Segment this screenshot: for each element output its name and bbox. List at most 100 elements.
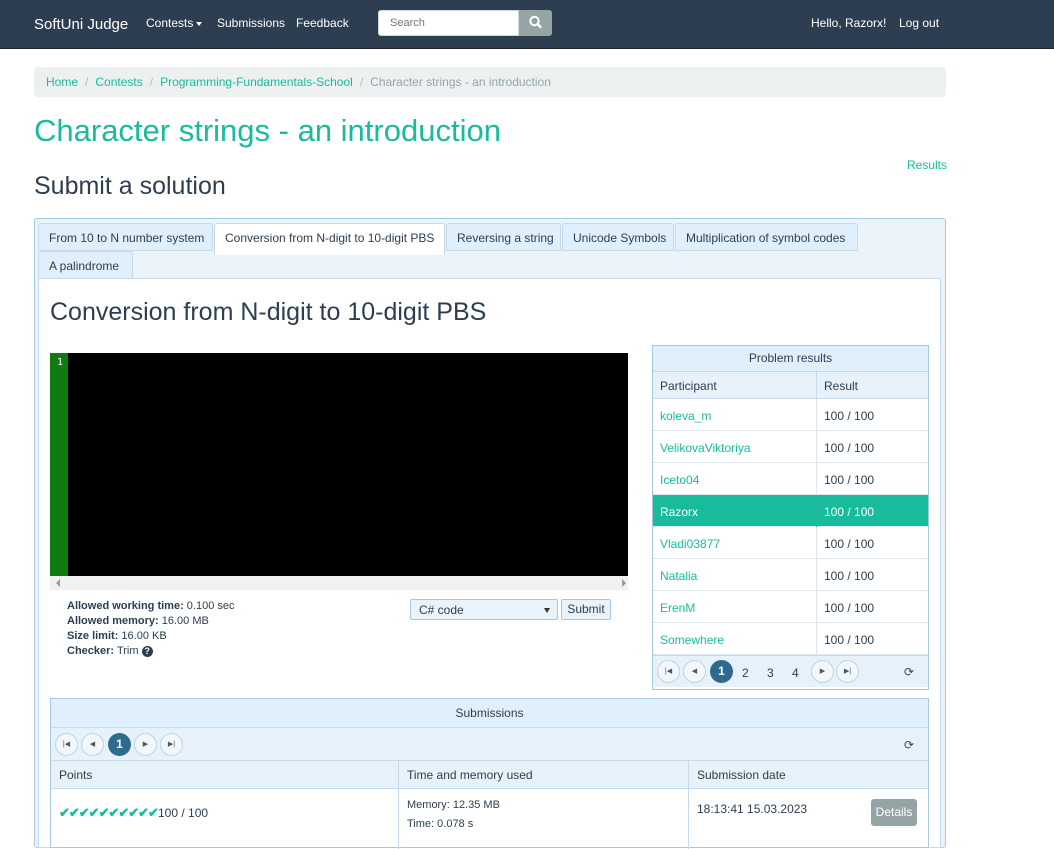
breadcrumb-home[interactable]: Home: [46, 75, 78, 89]
tab-from-10-to-n[interactable]: From 10 to N number system: [38, 223, 213, 251]
prev-page-icon[interactable]: ◀: [81, 733, 104, 756]
page-title: Character strings - an introduction: [34, 113, 501, 148]
result-row: Somewhere 100 / 100: [653, 623, 928, 655]
details-button[interactable]: Details: [871, 799, 917, 826]
code-editor[interactable]: 1: [50, 353, 628, 576]
col-submission-date[interactable]: Submission date: [697, 768, 786, 782]
editor-horizontal-scrollbar[interactable]: [50, 576, 628, 590]
next-page-icon[interactable]: ▶: [134, 733, 157, 756]
feedback-link[interactable]: Feedback: [296, 16, 349, 30]
refresh-icon[interactable]: ⟳: [904, 665, 914, 679]
first-page-icon[interactable]: |◀: [657, 660, 680, 683]
search-button[interactable]: [519, 10, 552, 36]
col-time-memory[interactable]: Time and memory used: [407, 768, 533, 782]
participant-link[interactable]: VelikovaViktoriya: [660, 441, 751, 455]
tab-multiplication-codes[interactable]: Multiplication of symbol codes: [675, 223, 858, 251]
language-select[interactable]: C# code: [410, 599, 558, 620]
column-divider: [816, 495, 817, 527]
page-2-button[interactable]: 2: [742, 666, 749, 680]
participant-result: 100 / 100: [824, 537, 875, 551]
col-participant[interactable]: Participant: [660, 379, 717, 393]
participant-result: 100 / 100: [824, 505, 875, 519]
memory-used: Memory: 12.35 MB: [407, 799, 500, 811]
first-page-icon[interactable]: |◀: [55, 733, 78, 756]
scroll-right-icon[interactable]: [622, 579, 626, 587]
result-row: VelikovaViktoriya 100 / 100: [653, 431, 928, 463]
submission-points: 100 / 100: [158, 806, 209, 820]
memory-limit-label: Allowed memory:: [67, 615, 159, 627]
test-checkmarks-icon: ✔✔✔✔✔✔✔✔✔✔: [59, 805, 159, 820]
result-row: Vladi03877 100 / 100: [653, 527, 928, 559]
logout-link[interactable]: Log out: [899, 16, 939, 30]
tab-reversing-string[interactable]: Reversing a string: [446, 223, 561, 251]
checker-label: Checker:: [67, 645, 115, 657]
participant-link[interactable]: koleva_m: [660, 409, 711, 423]
tab-unicode-symbols[interactable]: Unicode Symbols: [562, 223, 674, 251]
page-3-button[interactable]: 3: [767, 666, 774, 680]
top-navbar: SoftUni Judge Contests Submissions Feedb…: [0, 0, 1054, 49]
column-divider: [816, 372, 817, 399]
task-title: Conversion from N-digit to 10-digit PBS: [50, 298, 487, 326]
column-divider: [816, 623, 817, 655]
column-divider: [398, 789, 399, 849]
breadcrumb-separator: /: [85, 75, 89, 89]
participant-link[interactable]: Iceto04: [660, 473, 699, 487]
search-input[interactable]: [378, 10, 519, 36]
column-divider: [688, 761, 689, 789]
problem-results-header: Participant Result: [653, 372, 928, 399]
problem-results-panel: Problem results Participant Result kolev…: [652, 345, 929, 690]
next-page-icon[interactable]: ▶: [811, 660, 834, 683]
contests-menu[interactable]: Contests: [146, 16, 203, 30]
breadcrumb: Home / Contests / Programming-Fundamentals-S…: [34, 67, 946, 97]
participant-result: 100 / 100: [824, 441, 875, 455]
col-points[interactable]: Points: [59, 768, 92, 782]
participant-link[interactable]: Somewhere: [660, 633, 724, 647]
participant-result: 100 / 100: [824, 409, 875, 423]
time-used: Time: 0.078 s: [407, 818, 474, 830]
column-divider: [816, 431, 817, 463]
result-row: koleva_m 100 / 100: [653, 399, 928, 431]
submit-button[interactable]: Submit: [561, 599, 611, 620]
participant-link[interactable]: Natalia: [660, 569, 697, 583]
submit-solution-heading: Submit a solution: [34, 172, 226, 200]
question-circle-icon[interactable]: ?: [141, 645, 153, 657]
col-result[interactable]: Result: [824, 379, 858, 393]
results-link[interactable]: Results: [907, 158, 947, 172]
result-row: ErenM 100 / 100: [653, 591, 928, 623]
checker-value: Trim: [116, 645, 139, 657]
prev-page-icon[interactable]: ◀: [683, 660, 706, 683]
last-page-icon[interactable]: ▶|: [836, 660, 859, 683]
search-icon: [529, 15, 542, 29]
submissions-title: Submissions: [51, 699, 928, 728]
submissions-link[interactable]: Submissions: [217, 16, 285, 30]
submission-row: ✔✔✔✔✔✔✔✔✔✔ 100 / 100 Memory: 12.35 MB Ti…: [51, 789, 928, 849]
result-row: Iceto04 100 / 100: [653, 463, 928, 495]
breadcrumb-contests[interactable]: Contests: [95, 75, 142, 89]
time-limit-label: Allowed working time:: [67, 600, 184, 612]
problem-results-title: Problem results: [653, 346, 928, 372]
submission-date: 18:13:41 15.03.2023: [697, 802, 808, 816]
scroll-left-icon[interactable]: [56, 579, 60, 587]
tab-conversion-pbs[interactable]: Conversion from N-digit to 10-digit PBS: [214, 223, 445, 255]
submissions-header: Points Time and memory used Submission d…: [51, 761, 928, 789]
refresh-icon[interactable]: ⟳: [904, 738, 914, 752]
page-4-button[interactable]: 4: [792, 666, 799, 680]
page-1-button[interactable]: 1: [710, 660, 733, 683]
participant-link[interactable]: ErenM: [660, 601, 695, 615]
editor-gutter: 1: [50, 353, 68, 576]
column-divider: [816, 591, 817, 623]
column-divider: [398, 761, 399, 789]
brand-link[interactable]: SoftUni Judge: [34, 16, 128, 33]
breadcrumb-contest[interactable]: Programming-Fundamentals-School: [160, 75, 353, 89]
last-page-icon[interactable]: ▶|: [160, 733, 183, 756]
submissions-pager: |◀ ◀ 1 ▶ ▶| ⟳: [51, 728, 928, 761]
tab-palindrome[interactable]: A palindrome: [38, 251, 133, 279]
submissions-panel: Submissions |◀ ◀ 1 ▶ ▶| ⟳ Points Time an…: [50, 698, 929, 849]
user-greeting-link[interactable]: Hello, Razorx!: [811, 16, 886, 30]
page-1-button[interactable]: 1: [108, 733, 131, 756]
participant-link[interactable]: Razorx: [660, 505, 698, 519]
breadcrumb-separator: /: [149, 75, 154, 89]
dropdown-arrow-icon: [544, 608, 550, 613]
submission-usage: Memory: 12.35 MB Time: 0.078 s: [407, 796, 500, 834]
participant-link[interactable]: Vladi03877: [660, 537, 720, 551]
